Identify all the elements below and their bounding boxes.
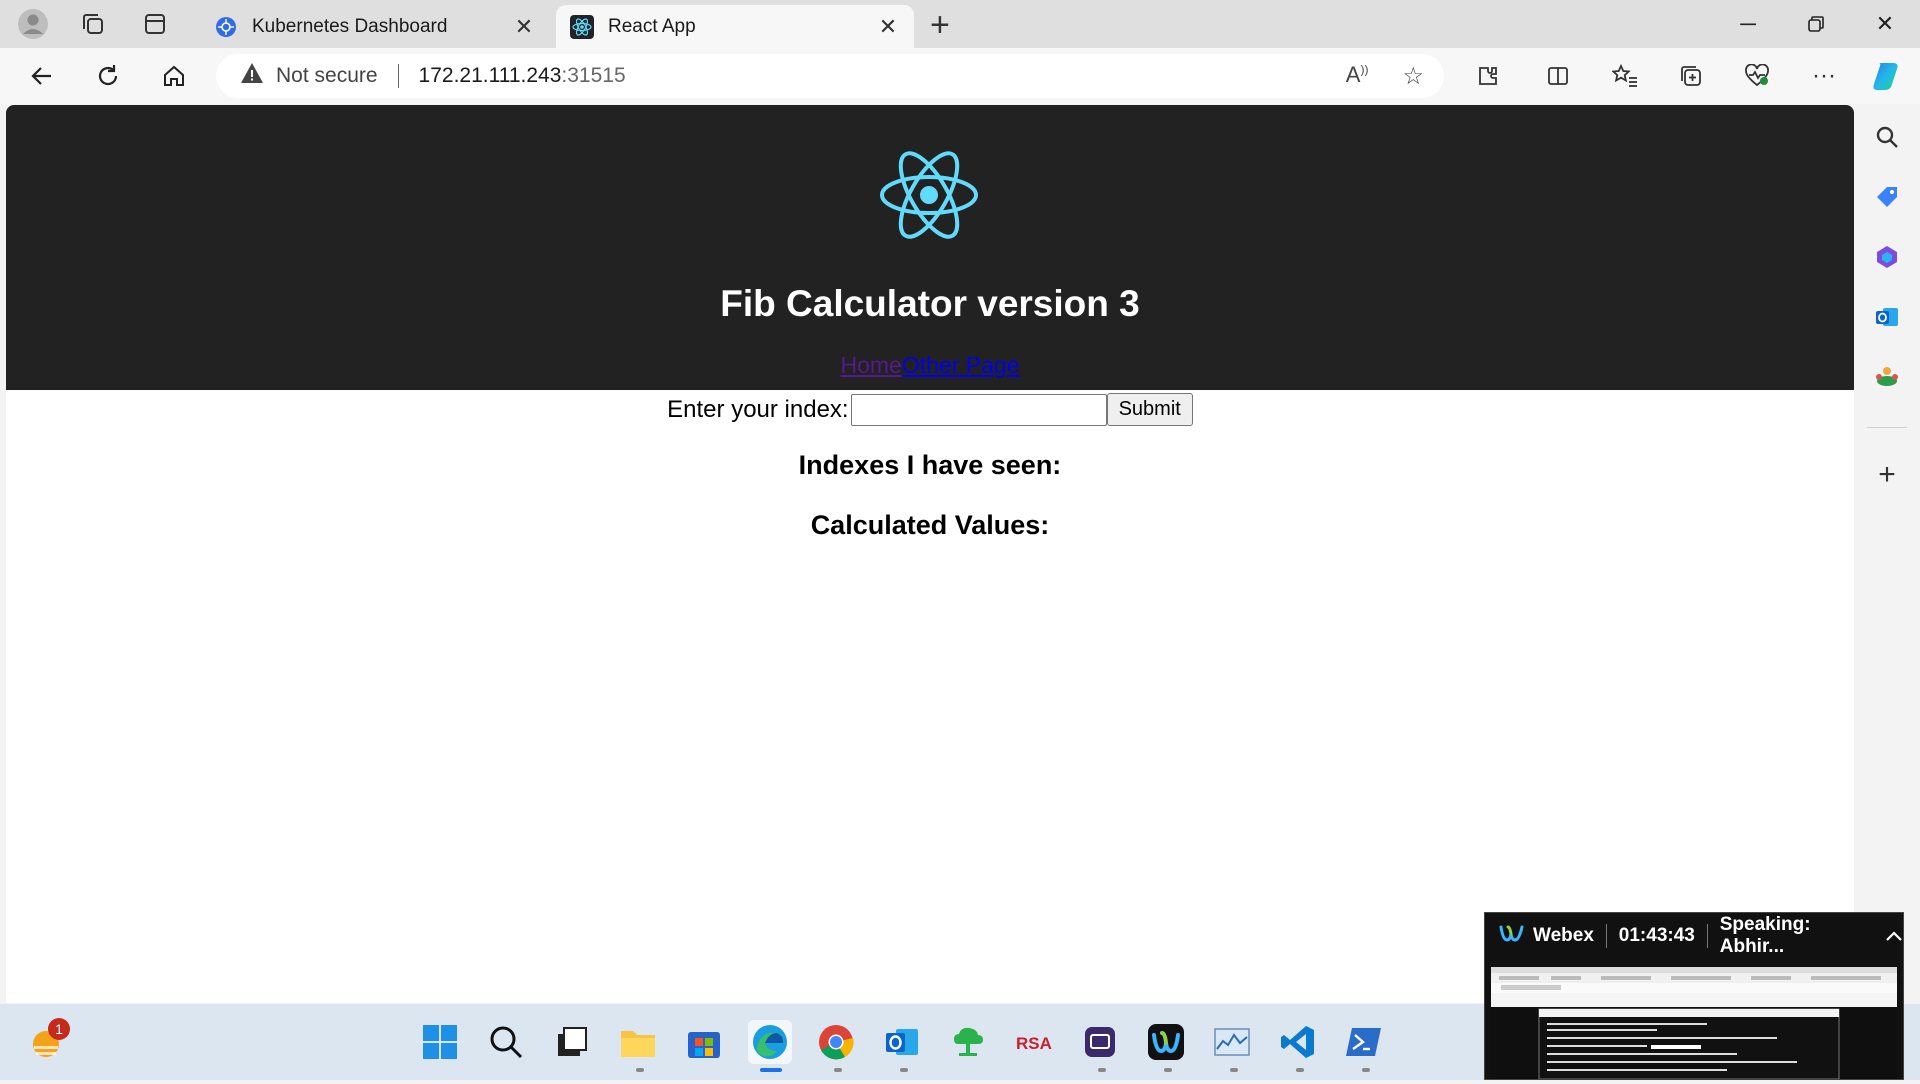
separator: [1706, 924, 1708, 948]
webex-logo-icon: [1499, 923, 1525, 949]
webex-title-bar: Webex 01:43:43 Speaking: Abhir...: [1485, 913, 1903, 959]
copilot-icon[interactable]: [1864, 56, 1908, 96]
running-indicator: [1098, 1068, 1106, 1072]
svg-text:RSA: RSA: [1016, 1034, 1052, 1053]
close-tab-icon[interactable]: ✕: [876, 14, 900, 40]
profile-icon[interactable]: [2, 0, 64, 48]
read-aloud-icon[interactable]: A)): [1346, 62, 1369, 91]
close-window-icon[interactable]: ✕: [1852, 0, 1918, 48]
page-title: Fib Calculator version 3: [720, 283, 1140, 324]
new-tab-icon[interactable]: +: [930, 6, 950, 45]
index-form: Enter your index: Submit: [6, 390, 1854, 426]
back-icon[interactable]: [20, 56, 64, 96]
running-indicator: [1362, 1068, 1370, 1072]
outlook-icon[interactable]: [880, 1020, 924, 1064]
search-icon[interactable]: [484, 1020, 528, 1064]
running-indicator: [1230, 1068, 1238, 1072]
edge-icon[interactable]: [748, 1020, 792, 1064]
tab-title: Kubernetes Dashboard: [252, 15, 448, 37]
powershell-icon[interactable]: [1342, 1020, 1386, 1064]
more-options-icon[interactable]: ···: [1802, 56, 1846, 96]
running-indicator: [1296, 1068, 1304, 1072]
add-sidebar-app-icon[interactable]: +: [1865, 453, 1909, 497]
sidebar-divider: [1867, 427, 1907, 428]
games-icon[interactable]: [1865, 355, 1909, 399]
chevron-up-icon[interactable]: [1885, 926, 1903, 947]
microsoft-store-icon[interactable]: [682, 1020, 726, 1064]
index-label: Enter your index:: [667, 395, 849, 423]
m365-icon[interactable]: [1865, 235, 1909, 279]
indexes-heading: Indexes I have seen:: [798, 450, 1062, 480]
meeting-timer: 01:43:43: [1618, 925, 1695, 946]
calculated-values-heading: Calculated Values:: [810, 510, 1050, 540]
running-indicator: [1164, 1068, 1172, 1072]
edge-sidebar: +: [1855, 105, 1920, 1003]
webex-icon[interactable]: [1144, 1020, 1188, 1064]
react-icon: [570, 14, 594, 39]
shopping-tag-icon[interactable]: [1865, 175, 1909, 219]
vscode-icon[interactable]: [1276, 1020, 1320, 1064]
active-speaker: Speaking: Abhir...: [1719, 914, 1811, 957]
minimize-icon[interactable]: ─: [1715, 0, 1781, 48]
url-host: 172.21.111.243: [418, 64, 562, 87]
address-toolbar: Not secure 172.21.111.243:31515 A)) ☆ ··…: [0, 48, 1920, 104]
favorite-star-icon[interactable]: ☆: [1402, 62, 1424, 91]
submit-button[interactable]: Submit: [1106, 393, 1193, 426]
vertical-tabs-icon[interactable]: [124, 0, 186, 48]
other-page-link[interactable]: Other Page: [902, 352, 1020, 378]
task-view-icon[interactable]: [550, 1020, 594, 1064]
collections-icon[interactable]: [1669, 56, 1713, 96]
nav-links: HomeOther Page: [6, 352, 1854, 379]
restore-icon[interactable]: [1783, 0, 1849, 48]
separator: [397, 64, 399, 88]
tab-title: React App: [608, 15, 696, 37]
terminal-app-icon[interactable]: [1078, 1020, 1122, 1064]
warning-icon[interactable]: [240, 62, 264, 90]
running-indicator: [636, 1068, 644, 1072]
webex-app-name: Webex: [1533, 925, 1594, 946]
search-icon[interactable]: [1865, 115, 1909, 159]
home-icon[interactable]: [152, 56, 196, 96]
separator: [1605, 924, 1607, 948]
resource-monitor-icon[interactable]: [1210, 1020, 1254, 1064]
web-page: Fib Calculator version 3 HomeOther Page …: [6, 105, 1854, 1003]
running-indicator: [900, 1068, 908, 1072]
chrome-icon[interactable]: [814, 1020, 858, 1064]
tab-kubernetes-dashboard[interactable]: Kubernetes Dashboard ✕: [200, 5, 550, 48]
refresh-icon[interactable]: [86, 56, 130, 96]
webex-meeting-window[interactable]: Webex 01:43:43 Speaking: Abhir...: [1484, 912, 1904, 1080]
extensions-icon[interactable]: [1466, 56, 1510, 96]
index-input[interactable]: [850, 393, 1107, 426]
active-indicator: [760, 1068, 782, 1072]
rsa-icon[interactable]: RSA: [1012, 1020, 1056, 1064]
shared-screen-preview: [1491, 967, 1897, 1080]
start-icon[interactable]: [418, 1020, 462, 1064]
app-header: Fib Calculator version 3 HomeOther Page: [6, 105, 1854, 390]
url-port: :31515: [561, 64, 626, 87]
close-tab-icon[interactable]: ✕: [512, 14, 536, 40]
notification-badge: 1: [48, 1018, 70, 1040]
running-indicator: [834, 1068, 842, 1072]
remote-desktop-icon[interactable]: [946, 1020, 990, 1064]
split-screen-icon[interactable]: [1536, 56, 1580, 96]
workspaces-icon[interactable]: [62, 0, 124, 48]
tab-react-app[interactable]: React App ✕: [556, 5, 914, 48]
tab-bar: Kubernetes Dashboard ✕ React App ✕ + ─ ✕: [0, 0, 1920, 48]
home-link[interactable]: Home: [841, 352, 902, 378]
react-logo: [880, 151, 978, 239]
browser-essentials-icon[interactable]: [1735, 56, 1779, 96]
kubernetes-icon: [214, 15, 238, 39]
address-bar[interactable]: Not secure 172.21.111.243:31515 A)) ☆: [216, 54, 1444, 98]
outlook-icon[interactable]: [1865, 295, 1909, 339]
security-label[interactable]: Not secure: [276, 64, 378, 88]
file-explorer-icon[interactable]: [616, 1020, 660, 1064]
favorites-icon[interactable]: [1603, 56, 1647, 96]
